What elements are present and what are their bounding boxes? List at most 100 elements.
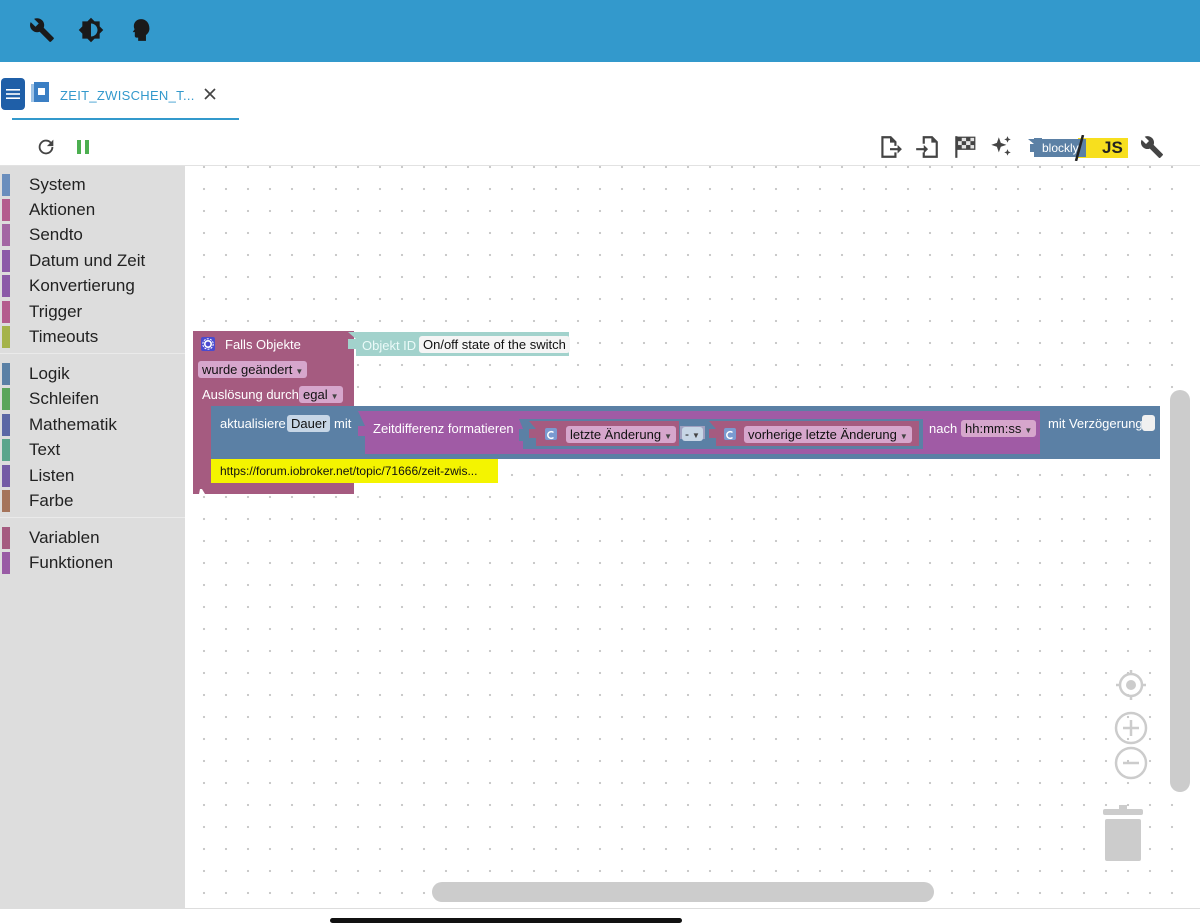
category-color-bar — [2, 174, 10, 196]
toolbox-category-sendto[interactable]: Sendto — [0, 223, 185, 247]
toolbox-category-timeouts[interactable]: Timeouts — [0, 325, 185, 349]
top-app-bar — [0, 0, 1200, 62]
operator-dropdown[interactable]: - ▼ — [682, 427, 703, 441]
trash-icon[interactable] — [1101, 805, 1145, 863]
category-label: Konvertierung — [29, 276, 135, 295]
toolbox-category-aktionen[interactable]: Aktionen — [0, 198, 185, 222]
trigger-source-value: egal — [303, 387, 328, 402]
object-id-label: Objekt ID — [362, 338, 417, 353]
vertical-scrollbar[interactable] — [1170, 390, 1190, 792]
category-label: Mathematik — [29, 415, 117, 434]
settings-brightness-icon[interactable] — [77, 16, 105, 44]
minus-icon — [1114, 746, 1148, 780]
last-change-value: letzte Änderung — [570, 427, 662, 442]
zoom-out-button[interactable] — [1114, 746, 1148, 780]
toolbox-category-funktionen[interactable]: Funktionen — [0, 551, 185, 575]
dropdown-arrow-icon: ▼ — [330, 392, 339, 401]
category-label: Funktionen — [29, 553, 114, 572]
profile-icon[interactable] — [126, 16, 154, 44]
update-label: aktualisiere — [220, 416, 286, 431]
object-id-field[interactable]: On/off state of the switch — [419, 336, 570, 353]
horizontal-scrollbar[interactable] — [432, 882, 934, 902]
previous-change-value: vorherige letzte Änderung — [748, 427, 897, 442]
trigger-source-label: Auslösung durch — [202, 387, 299, 402]
category-label: Sendto — [29, 225, 83, 244]
js-label: JS — [1102, 138, 1123, 157]
toolbox-category-variablen[interactable]: Variablen — [0, 526, 185, 550]
timestamp-icon — [724, 428, 736, 440]
close-tab-button[interactable] — [200, 84, 220, 104]
trigger-title: Falls Objekte — [225, 337, 301, 352]
category-color-bar — [2, 465, 10, 487]
refresh-icon[interactable] — [33, 134, 59, 160]
toolbox-category-trigger[interactable]: Trigger — [0, 300, 185, 324]
toolbox-category-mathematik[interactable]: Mathematik — [0, 413, 185, 437]
trigger-source-dropdown[interactable]: egal ▼ — [299, 386, 343, 403]
category-label: Schleifen — [29, 389, 99, 408]
category-color-bar — [2, 224, 10, 246]
delay-checkbox[interactable] — [1142, 415, 1155, 431]
toolbox-category-farbe[interactable]: Farbe — [0, 489, 185, 513]
toolbox-category-system[interactable]: System — [0, 173, 185, 197]
category-color-bar — [2, 490, 10, 512]
wrench-icon[interactable] — [28, 16, 56, 44]
toolbox-category-listen[interactable]: Listen — [0, 464, 185, 488]
zoom-reset-button[interactable] — [1114, 668, 1148, 702]
format-after-label: nach — [929, 421, 958, 436]
tab-script[interactable]: ZEIT_ZWISCHEN_T... — [12, 76, 239, 120]
category-label: Trigger — [29, 302, 83, 321]
category-label: Aktionen — [29, 200, 96, 219]
category-label: Datum und Zeit — [29, 251, 146, 270]
import-icon[interactable] — [914, 134, 940, 160]
category-color-bar — [2, 275, 10, 297]
blockly-js-toggle[interactable]: blockly JS — [1026, 135, 1128, 161]
category-color-bar — [2, 250, 10, 272]
toolbox-category-logik[interactable]: Logik — [0, 362, 185, 386]
variable-value: Dauer — [291, 416, 327, 431]
format-pattern-dropdown[interactable]: hh:mm:ss ▼ — [961, 420, 1037, 437]
wrench-icon[interactable] — [1139, 134, 1165, 160]
update-with-label: mit — [334, 416, 352, 431]
delay-label: mit Verzögerung — [1048, 416, 1143, 431]
object-id-value: On/off state of the switch — [423, 337, 566, 352]
category-color-bar — [2, 414, 10, 436]
blockly-label: blockly — [1042, 141, 1079, 155]
format-label: Zeitdifferenz formatieren — [373, 421, 514, 436]
trigger-condition-dropdown[interactable]: wurde geändert ▼ — [198, 361, 308, 378]
blockly-workspace[interactable] — [185, 166, 1192, 908]
operator-value: - — [685, 427, 689, 441]
toolbox-category-konvertierung[interactable]: Konvertierung — [0, 274, 185, 298]
pause-icon[interactable] — [70, 134, 96, 160]
plus-icon — [1114, 711, 1148, 745]
previous-change-dropdown[interactable]: vorherige letzte Änderung ▼ — [744, 426, 912, 443]
category-color-bar — [2, 199, 10, 221]
category-label: Timeouts — [29, 327, 99, 346]
toolbox-category-datum-und-zeit[interactable]: Datum und Zeit — [0, 249, 185, 273]
zoom-in-button[interactable] — [1114, 711, 1148, 745]
comment-text[interactable]: https://forum.iobroker.net/topic/71666/z… — [220, 464, 477, 478]
dropdown-arrow-icon: ▼ — [899, 432, 908, 441]
category-label: System — [29, 175, 86, 194]
category-label: Variablen — [29, 528, 100, 547]
dropdown-arrow-icon: ▼ — [295, 367, 304, 376]
toolbox-separator — [0, 517, 185, 518]
blockly-script-icon — [31, 82, 49, 102]
category-color-bar — [2, 388, 10, 410]
category-color-bar — [2, 552, 10, 574]
category-color-bar — [2, 326, 10, 348]
checkered-flag-icon[interactable] — [952, 134, 978, 160]
dropdown-arrow-icon: ▼ — [1024, 426, 1033, 435]
category-label: Logik — [29, 364, 70, 383]
toolbox-separator — [0, 353, 185, 354]
category-label: Text — [29, 440, 61, 459]
category-color-bar — [2, 439, 10, 461]
export-icon[interactable] — [877, 134, 903, 160]
tab-bar: ZEIT_ZWISCHEN_T... — [0, 62, 1200, 126]
variable-dropdown[interactable]: Dauer — [287, 415, 331, 432]
magic-stars-icon[interactable] — [988, 134, 1014, 160]
last-change-dropdown[interactable]: letzte Änderung ▼ — [566, 426, 676, 443]
toolbox-category-text[interactable]: Text — [0, 438, 185, 462]
toolbox-category-schleifen[interactable]: Schleifen — [0, 387, 185, 411]
dropdown-arrow-icon: ▼ — [692, 431, 700, 440]
gear-icon — [201, 337, 215, 351]
